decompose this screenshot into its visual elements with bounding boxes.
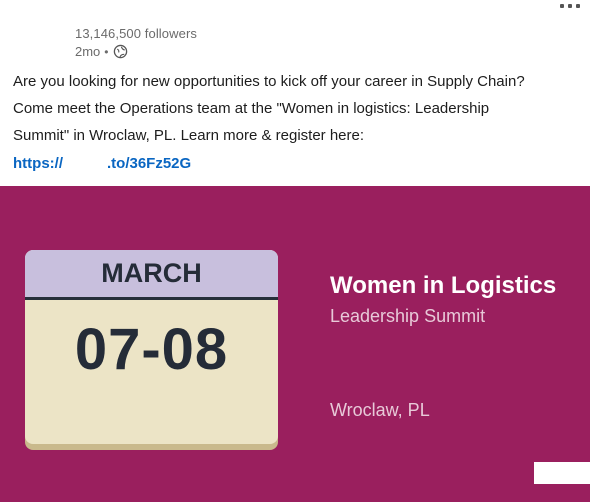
post-line: Come meet the Operations team at the "Wo…: [13, 100, 490, 117]
meta-separator: •: [104, 44, 109, 59]
event-subtitle: Leadership Summit: [330, 306, 486, 326]
post-line: Summit" in Wroclaw, PL. Learn more & reg…: [13, 127, 365, 144]
event-location: Wroclaw, PL: [330, 400, 430, 420]
event-banner-image[interactable]: MARCH 07-08 Women in Logistics Leadershi…: [0, 186, 590, 502]
more-options-icon[interactable]: [560, 4, 590, 14]
globe-icon: [113, 44, 128, 59]
calendar-graphic: MARCH 07-08: [25, 250, 278, 444]
banner-corner-block: [534, 462, 590, 484]
link-prefix[interactable]: https://: [13, 155, 63, 172]
post-age: 2mo: [75, 44, 101, 59]
calendar-days: 07-08: [74, 317, 229, 382]
followers-count: 13,146,500 followers: [75, 26, 197, 41]
post-line: Are you looking for new opportunities to…: [13, 73, 525, 90]
link-suffix[interactable]: .to/36Fz52G: [107, 155, 191, 172]
post-meta: 2mo •: [75, 44, 128, 59]
post-body: Are you looking for new opportunities to…: [13, 68, 590, 149]
post-header: 13,146,500 followers 2mo •: [0, 0, 590, 66]
calendar-month: MARCH: [101, 258, 202, 288]
event-title: Women in Logistics: [330, 272, 557, 299]
registration-link[interactable]: https:// .to/36Fz52G: [13, 150, 191, 177]
